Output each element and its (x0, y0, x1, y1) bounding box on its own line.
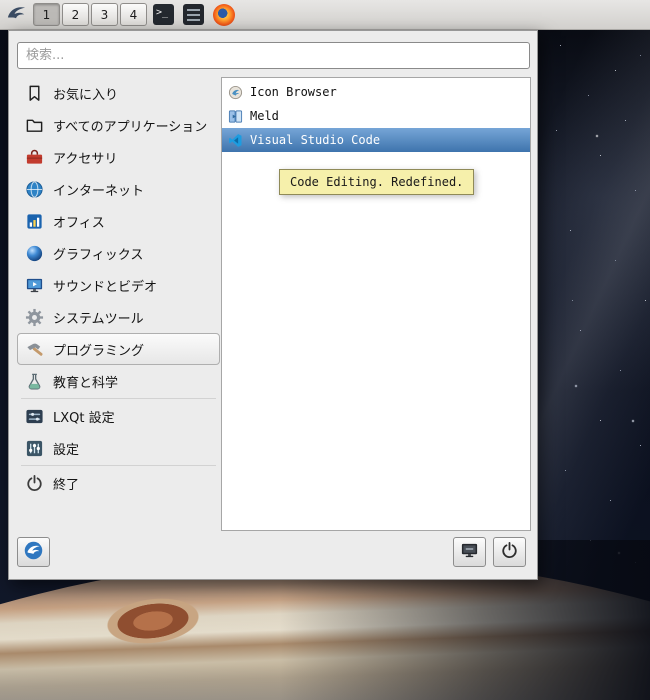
category-label: オフィス (53, 212, 105, 231)
category-lxqt-settings[interactable]: LXQt 設定 (17, 400, 220, 432)
lxqt-logo-button[interactable] (17, 537, 50, 567)
icon-browser-icon (227, 84, 243, 100)
app-item-vscode[interactable]: Visual Studio Code (222, 128, 530, 152)
hammer-icon (24, 339, 44, 359)
sphere-icon (24, 243, 44, 263)
terminal-launcher[interactable]: >_ (150, 1, 177, 28)
category-accessories[interactable]: アクセサリ (17, 141, 220, 173)
category-label: システムツール (53, 308, 144, 327)
workspace-button-3[interactable]: 3 (91, 3, 118, 26)
category-list: お気に入り すべてのアプリケーション アクセサリ インターネット オフィス (17, 77, 220, 499)
category-label: サウンドとビデオ (53, 276, 157, 295)
search-input[interactable] (17, 42, 530, 69)
globe-icon (24, 179, 44, 199)
category-favorites[interactable]: お気に入り (17, 77, 220, 109)
category-label: 設定 (53, 439, 79, 458)
meld-icon (227, 108, 243, 124)
bookmark-icon (24, 83, 44, 103)
workspace-switcher: 1 2 3 4 (33, 3, 147, 26)
category-label: 教育と科学 (53, 372, 118, 391)
category-label: 終了 (53, 474, 79, 493)
app-item-meld[interactable]: Meld (222, 104, 530, 128)
milkyway-band (520, 30, 650, 590)
category-label: すべてのアプリケーション (53, 116, 207, 135)
app-label: Visual Studio Code (250, 133, 380, 147)
panel-app-launcher[interactable] (180, 1, 207, 28)
flask-icon (24, 371, 44, 391)
category-graphics[interactable]: グラフィックス (17, 237, 220, 269)
folder-icon (24, 115, 44, 135)
vscode-icon (227, 132, 243, 148)
category-office[interactable]: オフィス (17, 205, 220, 237)
taskbar-panel: 1 2 3 4 >_ (0, 0, 650, 30)
app-menu-button[interactable] (3, 1, 30, 28)
app-label: Meld (250, 109, 279, 123)
workspace-button-4[interactable]: 4 (120, 3, 147, 26)
toolbox-icon (24, 147, 44, 167)
app-list: Icon Browser Meld Visual Studio Code (221, 77, 531, 531)
firefox-launcher[interactable] (210, 1, 237, 28)
workspace-button-2[interactable]: 2 (62, 3, 89, 26)
lxqt-bird-icon (5, 2, 28, 28)
category-system-tools[interactable]: システムツール (17, 301, 220, 333)
lxqt-bird-icon (23, 540, 44, 564)
monitor-icon (24, 275, 44, 295)
category-label: プログラミング (53, 340, 144, 359)
category-label: お気に入り (53, 84, 118, 103)
app-item-icon-browser[interactable]: Icon Browser (222, 80, 530, 104)
separator (21, 465, 216, 466)
terminal-icon: >_ (153, 4, 174, 25)
workspace-button-1[interactable]: 1 (33, 3, 60, 26)
category-label: グラフィックス (53, 244, 143, 263)
power-icon (500, 541, 519, 563)
category-label: LXQt 設定 (53, 407, 115, 426)
gear-icon (24, 307, 44, 327)
category-leave[interactable]: 終了 (17, 467, 220, 499)
panel-lines-icon (183, 4, 204, 25)
category-internet[interactable]: インターネット (17, 173, 220, 205)
tooltip: Code Editing. Redefined. (279, 169, 474, 195)
category-settings[interactable]: 設定 (17, 432, 220, 464)
app-label: Icon Browser (250, 85, 337, 99)
screen-icon (460, 541, 479, 563)
app-menu-popup: お気に入り すべてのアプリケーション アクセサリ インターネット オフィス (8, 30, 538, 580)
category-all-applications[interactable]: すべてのアプリケーション (17, 109, 220, 141)
office-icon (24, 211, 44, 231)
power-button[interactable] (493, 537, 526, 567)
category-education-science[interactable]: 教育と科学 (17, 365, 220, 397)
power-icon (24, 473, 44, 493)
settings-icon (24, 438, 44, 458)
separator (21, 398, 216, 399)
category-sound-video[interactable]: サウンドとビデオ (17, 269, 220, 301)
firefox-icon (213, 4, 235, 26)
lxqt-settings-icon (24, 406, 44, 426)
category-label: インターネット (53, 180, 144, 199)
lock-screen-button[interactable] (453, 537, 486, 567)
session-buttons (453, 537, 526, 567)
category-programming[interactable]: プログラミング (17, 333, 220, 365)
category-label: アクセサリ (53, 148, 117, 167)
